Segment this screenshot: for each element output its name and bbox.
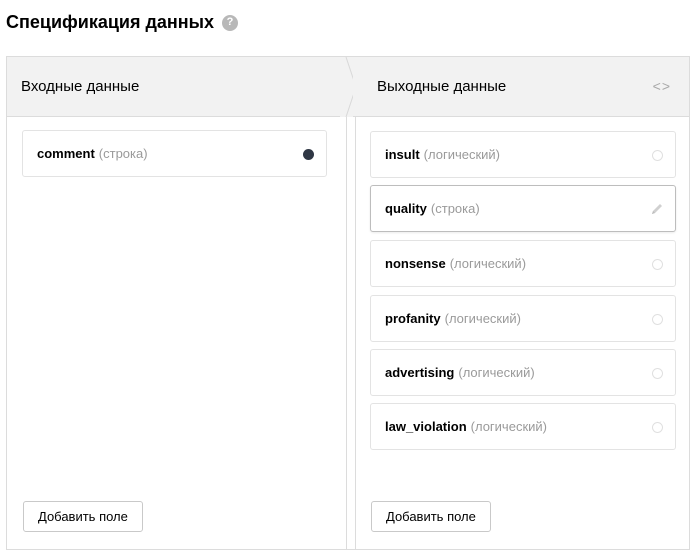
empty-dot-icon (652, 368, 663, 379)
add-input-field-button[interactable]: Добавить поле (23, 501, 143, 532)
field-name: profanity (385, 311, 441, 326)
field-name: advertising (385, 365, 455, 380)
help-icon[interactable]: ? (222, 14, 239, 31)
field-name: insult (385, 147, 420, 162)
page-title: Спецификация данных ? (6, 12, 239, 33)
field-name: comment (37, 146, 95, 161)
empty-dot-icon (652, 314, 663, 325)
field-name: law_violation (385, 419, 467, 434)
field-type: (строка) (430, 201, 480, 216)
input-field-comment[interactable]: comment (строка) (22, 130, 327, 177)
output-field-nonsense[interactable]: nonsense (логический) (370, 240, 676, 287)
output-field-quality[interactable]: quality (строка) (370, 185, 676, 232)
code-toggle-icon[interactable]: <> (653, 78, 671, 94)
output-panel-header: Выходные данные <> (353, 57, 689, 117)
field-name: nonsense (385, 256, 446, 271)
input-panel-title: Входные данные (21, 78, 140, 95)
column-divider (346, 117, 356, 549)
add-output-field-button[interactable]: Добавить поле (371, 501, 491, 532)
filled-dot-icon (303, 149, 314, 160)
field-type: (логический) (458, 365, 535, 380)
pencil-icon[interactable] (650, 202, 664, 216)
output-field-law-violation[interactable]: law_violation (логический) (370, 403, 676, 450)
field-type: (логический) (423, 147, 501, 162)
empty-dot-icon (652, 150, 663, 161)
output-field-profanity[interactable]: profanity (логический) (370, 295, 676, 342)
output-field-insult[interactable]: insult (логический) (370, 131, 676, 178)
field-type: (строка) (98, 146, 148, 161)
field-type: (логический) (444, 311, 521, 326)
data-spec-frame: Входные данные Выходные данные <> commen… (6, 56, 690, 550)
empty-dot-icon (652, 422, 663, 433)
field-type: (логический) (449, 256, 527, 271)
field-type: (логический) (470, 419, 547, 434)
page-title-text: Спецификация данных (6, 12, 215, 32)
empty-dot-icon (652, 259, 663, 270)
output-field-advertising[interactable]: advertising (логический) (370, 349, 676, 396)
field-name: quality (385, 201, 427, 216)
output-panel-title: Выходные данные (377, 78, 507, 95)
input-panel-header: Входные данные (7, 57, 353, 117)
